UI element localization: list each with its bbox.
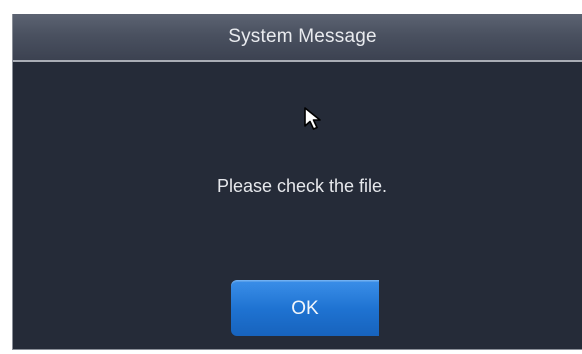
dialog-title: System Message [228, 26, 377, 47]
ok-button[interactable]: OK [231, 280, 379, 336]
system-message-dialog: System Message Please check the file. OK [12, 14, 582, 350]
dialog-message: Please check the file. [216, 176, 388, 196]
mouse-pointer-icon [304, 107, 321, 130]
ok-button-label: OK [291, 297, 319, 319]
dialog-title-bar: System Message [13, 14, 582, 62]
